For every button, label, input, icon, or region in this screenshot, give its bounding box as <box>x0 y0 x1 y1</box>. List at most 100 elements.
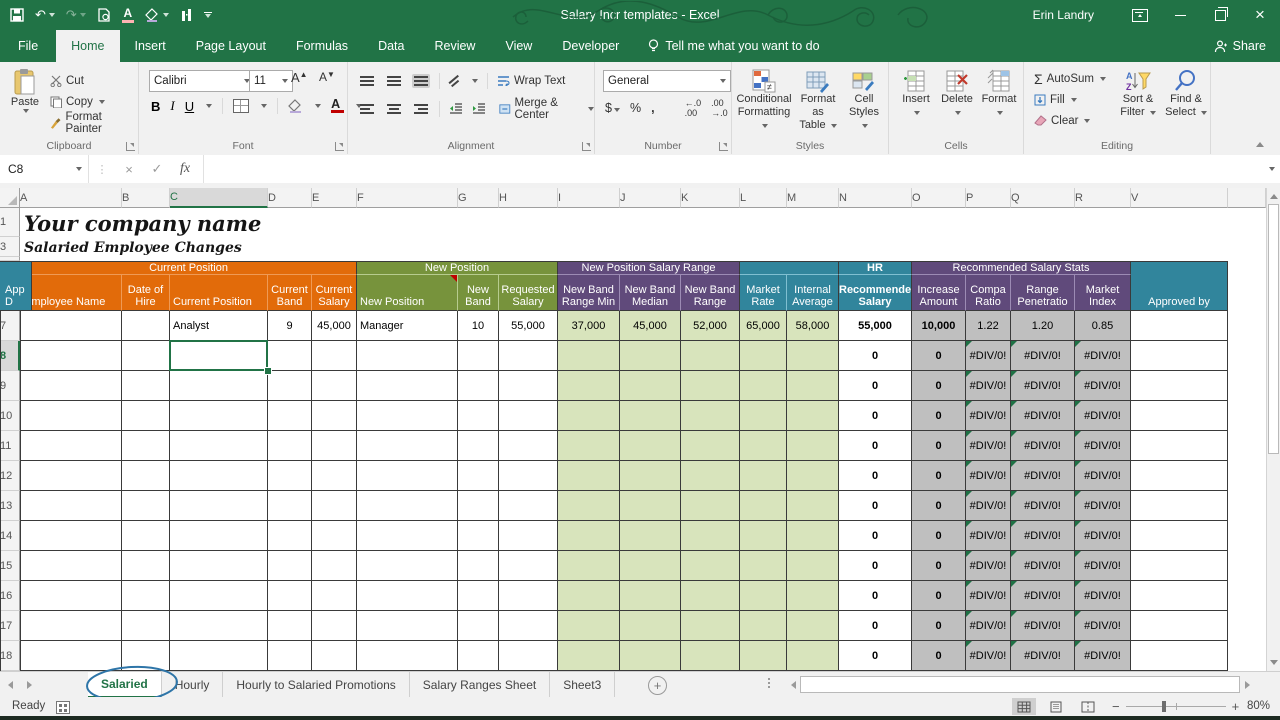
column-header-H[interactable]: H <box>499 188 558 208</box>
cell-N14[interactable]: 0 <box>839 521 912 551</box>
sheet-tab-salaried[interactable]: Salaried <box>88 672 162 698</box>
header-cell-new-band-range[interactable]: New Band Range <box>681 275 740 311</box>
cell-P8[interactable]: #DIV/0! <box>966 341 1011 371</box>
row-header-15[interactable]: 15 <box>0 551 20 581</box>
cell-J14[interactable] <box>620 521 681 551</box>
confirm-entry-icon[interactable]: ✓ <box>143 155 171 183</box>
column-header-G[interactable]: G <box>458 188 499 208</box>
middle-align-button[interactable] <box>385 74 403 88</box>
ribbon-tab-formulas[interactable]: Formulas <box>281 30 363 62</box>
cell-K16[interactable] <box>681 581 740 611</box>
group-header-new-position[interactable]: New Position <box>357 261 558 275</box>
cell-L13[interactable] <box>740 491 787 521</box>
cell-E10[interactable] <box>312 401 357 431</box>
cell-I16[interactable] <box>558 581 620 611</box>
cell-K12[interactable] <box>681 461 740 491</box>
fill-button[interactable]: Fill <box>1034 89 1077 110</box>
cell-F18[interactable] <box>357 641 458 671</box>
cell-Q14[interactable]: #DIV/0! <box>1011 521 1075 551</box>
cell-G11[interactable] <box>458 431 499 461</box>
cell-L10[interactable] <box>740 401 787 431</box>
cell-Q16[interactable]: #DIV/0! <box>1011 581 1075 611</box>
cell-A15[interactable] <box>20 551 122 581</box>
cell-B15[interactable] <box>122 551 170 581</box>
underline-dropdown[interactable] <box>206 104 212 108</box>
row-header-13[interactable]: 13 <box>0 491 20 521</box>
row-header-8[interactable]: 8 <box>0 341 20 371</box>
cut-button[interactable]: Cut <box>50 70 84 91</box>
cell-D13[interactable] <box>268 491 312 521</box>
cell-K10[interactable] <box>681 401 740 431</box>
decrease-indent-button[interactable] <box>449 103 463 115</box>
cell-V9[interactable] <box>1131 371 1228 401</box>
cell-F8[interactable] <box>357 341 458 371</box>
cell-A11[interactable] <box>20 431 122 461</box>
cell-A12[interactable] <box>20 461 122 491</box>
cell-N13[interactable]: 0 <box>839 491 912 521</box>
header-cell-date-of-hire[interactable]: Date of Hire <box>122 275 170 311</box>
number-format-select[interactable]: General <box>603 70 731 92</box>
cell-B7[interactable] <box>122 311 170 341</box>
page-break-preview-button[interactable] <box>1076 698 1100 715</box>
share-button[interactable]: Share <box>1214 30 1266 62</box>
cell-E14[interactable] <box>312 521 357 551</box>
tab-scroll-splitter[interactable] <box>768 678 770 688</box>
header-cell-current-position[interactable]: Current Position <box>170 275 268 311</box>
column-header-K[interactable]: K <box>681 188 740 208</box>
scroll-right-button[interactable] <box>1240 676 1254 693</box>
cell-O17[interactable]: 0 <box>912 611 966 641</box>
row-header-3[interactable]: 3 <box>0 237 20 257</box>
cell-V10[interactable] <box>1131 401 1228 431</box>
cell-C9[interactable] <box>170 371 268 401</box>
cell-G12[interactable] <box>458 461 499 491</box>
cell-D14[interactable] <box>268 521 312 551</box>
cell-H17[interactable] <box>499 611 558 641</box>
cell-R17[interactable]: #DIV/0! <box>1075 611 1131 641</box>
format-cells-button[interactable]: Format <box>979 69 1019 119</box>
cell-K14[interactable] <box>681 521 740 551</box>
column-header-P[interactable]: P <box>966 188 1011 208</box>
group-header-current-position[interactable]: Current Position <box>20 261 357 275</box>
horizontal-scrollbar-thumb[interactable] <box>800 676 1240 693</box>
header-cell-new-position[interactable]: New Position <box>357 275 458 311</box>
ribbon-tab-review[interactable]: Review <box>419 30 490 62</box>
sheet-tab-hourly[interactable]: Hourly <box>162 672 224 698</box>
cell-M18[interactable] <box>787 641 839 671</box>
cell-E16[interactable] <box>312 581 357 611</box>
cell-J7[interactable]: 45,000 <box>620 311 681 341</box>
cell-K7[interactable]: 52,000 <box>681 311 740 341</box>
bold-button[interactable]: B <box>151 99 160 114</box>
cell-F12[interactable] <box>357 461 458 491</box>
close-button[interactable]: × <box>1240 0 1280 30</box>
cell-Q18[interactable]: #DIV/0! <box>1011 641 1075 671</box>
row-header-7[interactable]: 7 <box>0 311 20 341</box>
header-cell-increase-amount[interactable]: Increase Amount <box>912 275 966 311</box>
ribbon-tab-view[interactable]: View <box>490 30 547 62</box>
cell-J15[interactable] <box>620 551 681 581</box>
ribbon-tab-data[interactable]: Data <box>363 30 419 62</box>
cell-J8[interactable] <box>620 341 681 371</box>
decrease-font-size-button[interactable]: A▼ <box>319 70 335 84</box>
cell-B12[interactable] <box>122 461 170 491</box>
cell-J10[interactable] <box>620 401 681 431</box>
cell-G17[interactable] <box>458 611 499 641</box>
zoom-slider-thumb[interactable] <box>1162 701 1166 712</box>
cell-A10[interactable] <box>20 401 122 431</box>
cell-F9[interactable] <box>357 371 458 401</box>
cell-I13[interactable] <box>558 491 620 521</box>
cell-R10[interactable]: #DIV/0! <box>1075 401 1131 431</box>
cell-Q17[interactable]: #DIV/0! <box>1011 611 1075 641</box>
cell-M8[interactable] <box>787 341 839 371</box>
cell-P10[interactable]: #DIV/0! <box>966 401 1011 431</box>
cell-O12[interactable]: 0 <box>912 461 966 491</box>
ribbon-tab-file[interactable]: File <box>0 30 56 62</box>
cell-P16[interactable]: #DIV/0! <box>966 581 1011 611</box>
cell-B17[interactable] <box>122 611 170 641</box>
cell-G8[interactable] <box>458 341 499 371</box>
cell-Q13[interactable]: #DIV/0! <box>1011 491 1075 521</box>
cell-P14[interactable]: #DIV/0! <box>966 521 1011 551</box>
currency-format-button[interactable]: $ <box>605 101 620 115</box>
borders-dropdown[interactable] <box>261 104 267 108</box>
cell-J11[interactable] <box>620 431 681 461</box>
cell-P15[interactable]: #DIV/0! <box>966 551 1011 581</box>
